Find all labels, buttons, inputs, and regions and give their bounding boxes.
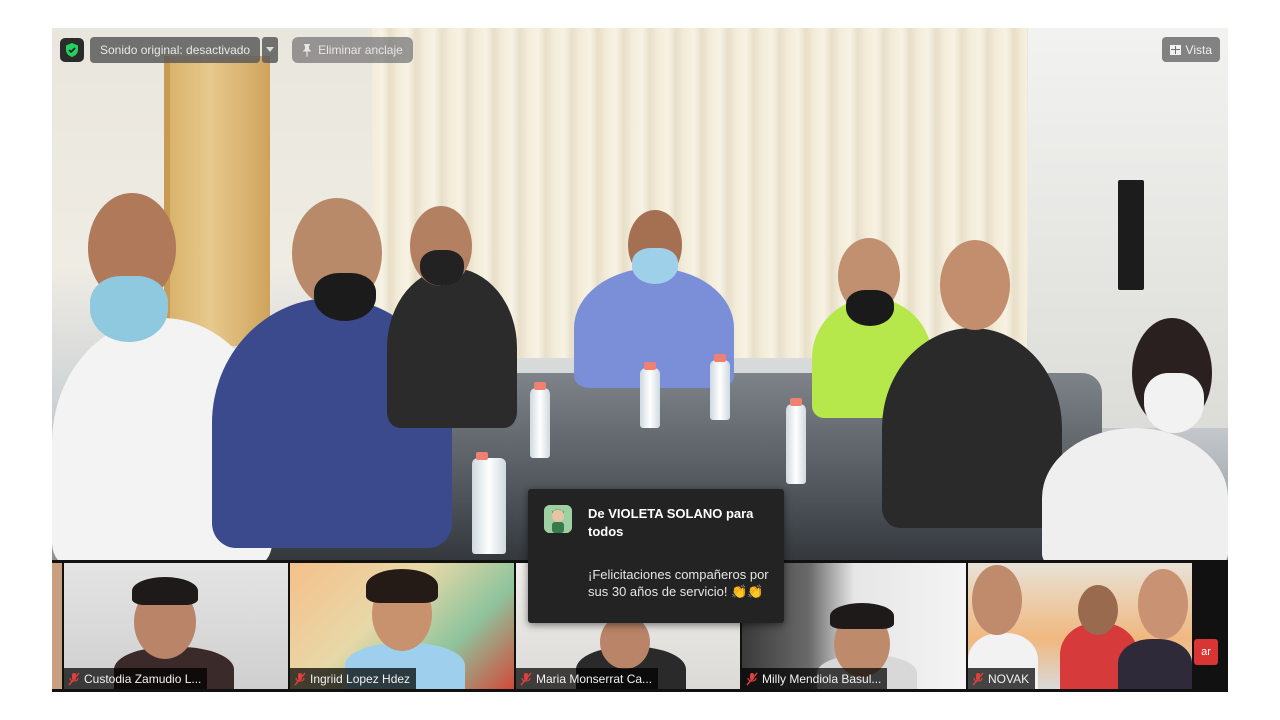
participant-face bbox=[1078, 585, 1118, 635]
muted-mic-icon bbox=[972, 672, 984, 686]
person-7 bbox=[1042, 428, 1228, 560]
person-4-mask bbox=[632, 248, 678, 284]
person-6-head bbox=[940, 240, 1010, 330]
participant-name-tag: Milly Mendiola Basul... bbox=[742, 668, 888, 689]
participant-name-tag: NOVAK bbox=[968, 668, 1036, 689]
unpin-button[interactable]: Eliminar anclaje bbox=[292, 37, 413, 63]
participant-name: Custodia Zamudio L... bbox=[84, 671, 202, 686]
participant-face bbox=[1138, 569, 1188, 639]
speaker-background bbox=[1118, 180, 1144, 290]
chat-sender: De VIOLETA SOLANO para todos bbox=[588, 506, 754, 539]
shield-check-icon[interactable] bbox=[60, 38, 84, 62]
participant-hair bbox=[366, 569, 438, 603]
end-meeting-label: ar bbox=[1201, 646, 1211, 658]
original-sound-button[interactable]: Sonido original: desactivado bbox=[90, 37, 261, 63]
chevron-down-icon[interactable] bbox=[262, 37, 279, 63]
pinned-video[interactable]: Sonido original: desactivado Eliminar an… bbox=[52, 28, 1228, 560]
muted-mic-icon bbox=[746, 672, 758, 686]
water-bottle bbox=[530, 382, 550, 458]
muted-mic-icon bbox=[68, 672, 80, 686]
participant-hair bbox=[830, 603, 894, 629]
video-top-toolbar: Sonido original: desactivado Eliminar an… bbox=[60, 37, 413, 63]
participant-name-tag: Ingriid Lopez Hdez bbox=[290, 668, 417, 689]
unpin-label: Eliminar anclaje bbox=[318, 43, 403, 57]
participant-name: Milly Mendiola Basul... bbox=[762, 671, 882, 686]
participant-tile[interactable]: NOVAK bbox=[968, 563, 1192, 689]
person-2-mask bbox=[314, 273, 376, 321]
view-button[interactable]: Vista bbox=[1161, 37, 1220, 62]
participant-name: NOVAK bbox=[988, 671, 1030, 686]
participant-face bbox=[972, 565, 1022, 635]
partial-tile bbox=[52, 563, 62, 689]
person-5-mask bbox=[846, 290, 894, 326]
person-3 bbox=[387, 268, 517, 428]
pin-icon bbox=[302, 43, 312, 57]
participant-name-tag: Custodia Zamudio L... bbox=[64, 668, 208, 689]
participant-body bbox=[1118, 639, 1192, 689]
person-3-mask bbox=[420, 250, 464, 286]
person-7-mask bbox=[1144, 373, 1204, 433]
view-label: Vista bbox=[1185, 42, 1212, 57]
person-6 bbox=[882, 328, 1062, 528]
water-bottle bbox=[786, 398, 806, 484]
participant-tile[interactable]: Ingriid Lopez Hdez bbox=[290, 563, 514, 689]
chat-notification[interactable]: De VIOLETA SOLANO para todos ¡Felicitaci… bbox=[528, 489, 784, 623]
muted-mic-icon bbox=[520, 672, 532, 686]
participant-name: Ingriid Lopez Hdez bbox=[310, 671, 411, 686]
grid-icon bbox=[1169, 44, 1181, 55]
original-sound-label: Sonido original: desactivado bbox=[100, 43, 251, 57]
participant-name-tag: Maria Monserrat Ca... bbox=[516, 668, 659, 689]
participant-tile[interactable]: Custodia Zamudio L... bbox=[64, 563, 288, 689]
participant-face bbox=[600, 615, 650, 669]
water-bottle bbox=[710, 354, 730, 420]
participant-name: Maria Monserrat Ca... bbox=[536, 671, 653, 686]
muted-mic-icon bbox=[294, 672, 306, 686]
end-meeting-button[interactable]: ar bbox=[1194, 639, 1218, 665]
water-bottle bbox=[472, 452, 506, 554]
door-background bbox=[164, 56, 270, 346]
meeting-window: Sonido original: desactivado Eliminar an… bbox=[52, 28, 1228, 692]
chat-message: ¡Felicitaciones compañeros por sus 30 añ… bbox=[588, 567, 769, 599]
person-1-mask bbox=[90, 276, 168, 342]
water-bottle bbox=[640, 362, 660, 428]
participant-hair bbox=[132, 577, 198, 605]
avatar bbox=[544, 505, 572, 533]
